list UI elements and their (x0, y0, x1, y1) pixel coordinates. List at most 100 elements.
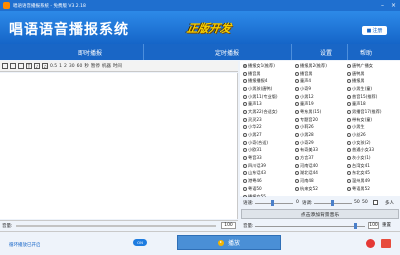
tab-help[interactable]: 帮助 (360, 48, 372, 57)
voice-radio[interactable] (243, 71, 247, 76)
voice-radio[interactable] (347, 117, 351, 122)
voice-option[interactable]: 童声4 (295, 77, 347, 85)
tab-settings[interactable]: 设置 (320, 48, 332, 57)
time-button[interactable]: 时间 (113, 63, 122, 69)
voice-radio[interactable] (295, 63, 299, 68)
voice-option[interactable]: 粤语50 (243, 185, 295, 193)
pause-05-button[interactable]: 0.5 (50, 64, 57, 69)
text-editor[interactable] (0, 73, 238, 219)
voice-option[interactable]: 唐鸭广播女 (347, 62, 399, 70)
pause-60-button[interactable]: 60 (77, 64, 83, 69)
voice-option[interactable]: 小男孩(唐鸭) (243, 85, 295, 93)
record-icon[interactable] (366, 239, 375, 248)
multi-voice-checkbox[interactable] (373, 200, 378, 205)
volume-slider[interactable] (16, 225, 216, 227)
close-icon[interactable]: × (388, 1, 399, 10)
voice-radio[interactable] (347, 94, 351, 99)
voice-radio[interactable] (295, 156, 299, 161)
voice-option[interactable]: 小奇(合适) (243, 139, 295, 147)
voice-radio[interactable] (295, 79, 299, 84)
gift-icon[interactable] (381, 239, 391, 248)
voice-radio[interactable] (243, 133, 247, 138)
tone-slider-thumb[interactable] (331, 200, 334, 206)
voice-option[interactable]: 小华22 (243, 124, 295, 132)
voice-option[interactable]: 粤东男(15) (295, 108, 347, 116)
voice-option[interactable]: 小莉26 (295, 124, 347, 132)
voice-radio[interactable] (243, 117, 247, 122)
voice-radio[interactable] (347, 79, 351, 84)
machine-button[interactable]: 机器 (102, 63, 111, 69)
pause-1-button[interactable]: 1 (59, 64, 62, 69)
pause-button[interactable]: 暂停 (91, 63, 100, 69)
voice-option[interactable]: 专题音20 (295, 116, 347, 124)
music-note-icon[interactable]: ♪ (34, 63, 40, 69)
voice-radio[interactable] (243, 186, 247, 191)
voice-option[interactable]: 小欧31 (243, 147, 295, 155)
minimize-icon[interactable]: – (377, 1, 388, 10)
voice-radio[interactable] (243, 125, 247, 130)
voice-option[interactable]: 小男28 (295, 131, 347, 139)
open-file-icon[interactable] (10, 63, 16, 69)
voice-option[interactable]: 小奇29 (295, 139, 347, 147)
voice-radio[interactable] (243, 148, 247, 153)
voice-radio[interactable] (295, 163, 299, 168)
voice-option[interactable]: 粤语男52 (347, 185, 399, 193)
voice-radio[interactable] (295, 102, 299, 107)
voice-radio[interactable] (243, 94, 247, 99)
voice-radio[interactable] (295, 109, 299, 114)
voice-radio[interactable] (243, 102, 247, 107)
voice-radio[interactable] (243, 109, 247, 114)
voice-option[interactable]: 小男12 (295, 93, 347, 101)
voice-radio[interactable] (295, 179, 299, 184)
voice-option[interactable]: 湖北话44 (295, 170, 347, 178)
voice-option[interactable]: 小男生 (347, 124, 399, 132)
voice-option[interactable]: 方言37 (295, 154, 347, 162)
voice-radio[interactable] (243, 140, 247, 145)
voice-option[interactable]: 普通小女33 (347, 147, 399, 155)
tab-scheduled-broadcast[interactable]: 定时播报 (215, 48, 239, 57)
voice-option[interactable]: 播报男2(推荐) (295, 62, 347, 70)
speed2-slider[interactable] (255, 226, 365, 227)
save-icon[interactable] (18, 63, 24, 69)
voice-radio[interactable] (347, 125, 351, 130)
voice-radio[interactable] (347, 179, 351, 184)
insert-text-icon[interactable]: T (26, 63, 32, 69)
voice-radio[interactable] (243, 163, 247, 168)
voice-option[interactable]: 播音男 (243, 70, 295, 78)
speed-slider[interactable] (255, 203, 293, 204)
voice-option[interactable]: 粤音33 (243, 154, 295, 162)
reset-button[interactable]: 重置 (382, 222, 391, 228)
voice-radio[interactable] (295, 86, 299, 91)
voice-option[interactable]: 播报女1(推荐) (243, 62, 295, 70)
new-file-icon[interactable] (2, 63, 8, 69)
voice-radio[interactable] (347, 109, 351, 114)
voice-radio[interactable] (295, 71, 299, 76)
voice-radio[interactable] (243, 179, 247, 184)
speed-slider-thumb[interactable] (271, 200, 274, 206)
voice-option[interactable]: 童声19 (295, 100, 347, 108)
voice-radio[interactable] (347, 102, 351, 107)
voice-option[interactable]: 东北女45 (347, 170, 399, 178)
voice-option[interactable]: 小男27 (243, 131, 295, 139)
voice-option[interactable]: 播报播报4 (243, 77, 295, 85)
voice-radio[interactable] (347, 148, 351, 153)
voice-option[interactable]: 台湾女41 (347, 162, 399, 170)
voice-option[interactable]: 四川话39 (243, 162, 295, 170)
voice-option[interactable]: 灰小女(1) (347, 154, 399, 162)
voice-option[interactable]: 小奇9 (295, 85, 347, 93)
voice-option[interactable]: 童声13 (243, 100, 295, 108)
voice-radio[interactable] (295, 117, 299, 122)
voice-option[interactable]: 播报男 (347, 77, 399, 85)
speed2-slider-thumb[interactable] (354, 223, 357, 229)
voice-radio[interactable] (347, 86, 351, 91)
voice-option[interactable]: 播音男 (295, 70, 347, 78)
voice-radio[interactable] (243, 79, 247, 84)
voice-radio[interactable] (295, 171, 299, 176)
voice-radio[interactable] (347, 63, 351, 68)
voice-option[interactable]: 河南48 (295, 177, 347, 185)
voice-option[interactable]: 普音15(推荐) (347, 93, 399, 101)
voice-radio[interactable] (347, 140, 351, 145)
voice-radio[interactable] (295, 94, 299, 99)
voice-option[interactable]: 山东话43 (243, 170, 295, 178)
voice-option[interactable]: 河南话40 (295, 162, 347, 170)
